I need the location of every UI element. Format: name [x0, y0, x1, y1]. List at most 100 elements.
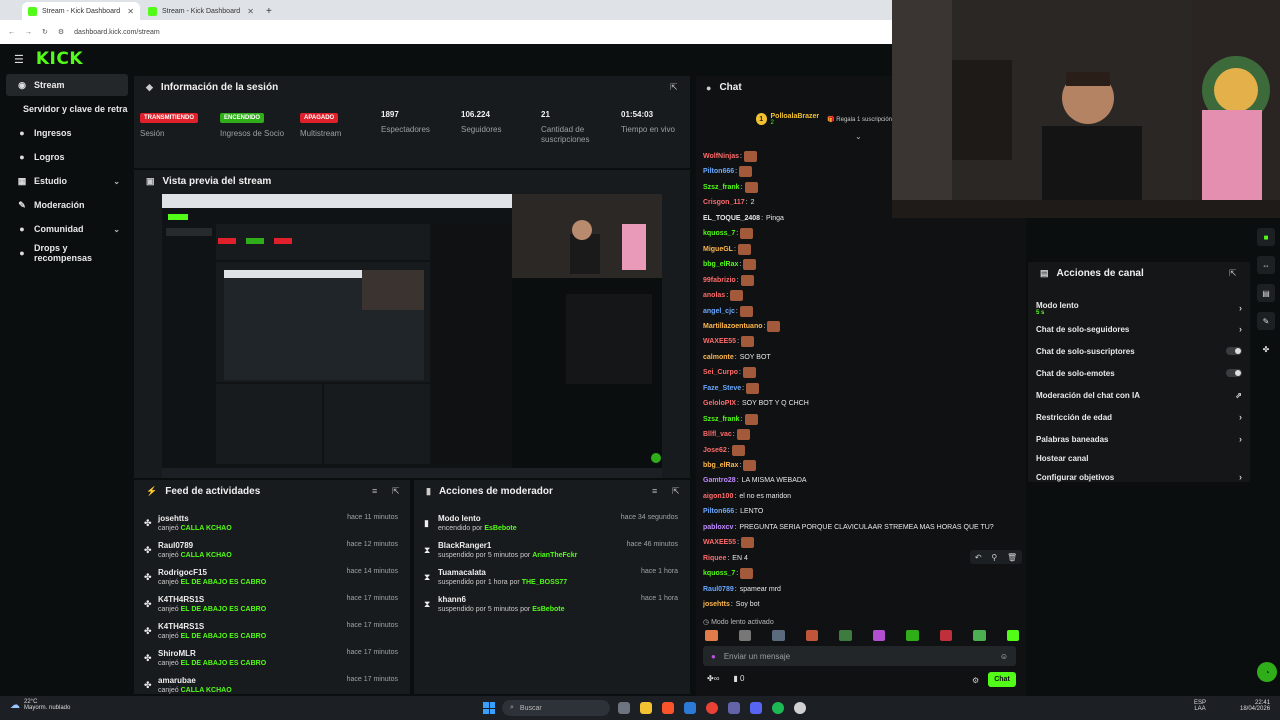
chat-message[interactable]: WolfNinjas:	[703, 149, 757, 163]
filter-icon[interactable]: ≡	[372, 486, 377, 496]
chat-username[interactable]: Pilton666	[703, 508, 734, 515]
chat-message[interactable]: Pilton666: LENTO	[703, 504, 763, 518]
language-indicator[interactable]: ESP LAA	[1194, 700, 1206, 712]
chat-username[interactable]: Sei_Curpo	[703, 369, 738, 376]
sidebar-item-ingresos[interactable]: ● Ingresos	[6, 122, 128, 144]
popout-icon[interactable]: ⇱	[392, 486, 400, 497]
chat-message[interactable]: Riquee: EN 4	[703, 551, 748, 565]
chat-username[interactable]: josehtts	[703, 601, 730, 608]
emote-icon[interactable]	[805, 630, 818, 641]
chat-message[interactable]: pabloxcv: PREGUNTA SERIA PORQUE CLAVICULA…	[703, 520, 994, 534]
chat-message[interactable]: WAXEE55:	[703, 535, 755, 549]
chat-username[interactable]: bbg_elRax	[703, 261, 738, 268]
moderation-icon[interactable]: ▤	[1257, 284, 1275, 302]
sidebar-item-logros[interactable]: ● Logros	[6, 146, 128, 168]
popout-icon[interactable]: ⇱	[670, 82, 678, 93]
close-tab-icon[interactable]: ✕	[127, 7, 134, 16]
chat-username[interactable]: WAXEE55	[703, 539, 736, 546]
taskbar-search[interactable]: ⌕ Buscar	[502, 700, 610, 716]
age-restriction-setting[interactable]: Restricción de edad ›	[1036, 410, 1242, 424]
microphone-icon[interactable]: ●	[711, 652, 716, 661]
chat-username[interactable]: anolas	[703, 292, 725, 299]
chat-message[interactable]: anolas:	[703, 288, 744, 302]
weather-widget[interactable]: ☁ 22°C Mayorm. nublado	[10, 699, 70, 711]
pinned-gift-banner[interactable]: 1 PolloalaBrazer 2 🎁 Regala 1 suscripció…	[756, 108, 892, 130]
subscribers-only-toggle[interactable]	[1226, 347, 1242, 355]
popout-icon[interactable]: ⇱	[672, 486, 680, 497]
chrome-icon[interactable]	[706, 702, 718, 714]
chat-message[interactable]: 99fabrizio:	[703, 273, 754, 287]
new-tab-button[interactable]: +	[260, 2, 276, 20]
chat-message[interactable]: kquoss_7:	[703, 566, 754, 580]
chat-message[interactable]: Gamtro28: LA MISMA WEBADA	[703, 473, 807, 487]
chat-username[interactable]: MigueGL	[703, 246, 733, 253]
emote-icon[interactable]	[906, 630, 919, 641]
browser-tab[interactable]: Stream - Kick Dashboard ✕	[22, 2, 140, 20]
chat-username[interactable]: WolfNinjas	[703, 153, 739, 160]
chat-message[interactable]: Faze_Steve:	[703, 381, 760, 395]
chat-username[interactable]: Bllfl_vac	[703, 431, 732, 438]
sidebar-item-stream[interactable]: ◉ Stream	[6, 74, 128, 96]
teams-icon[interactable]	[728, 702, 740, 714]
sidebar-item-estudio[interactable]: ▦ Estudio ⌄	[6, 170, 128, 192]
host-channel-setting[interactable]: Hostear canal	[1036, 451, 1242, 465]
delete-icon[interactable]: 🗑	[1007, 553, 1017, 562]
points-icon[interactable]: ✤∞	[707, 674, 719, 683]
taskbar-clock[interactable]: 22:41 18/04/2026	[1240, 700, 1270, 712]
site-info-icon[interactable]: ⚙	[58, 28, 64, 36]
chat-message[interactable]: Jose62:	[703, 443, 745, 457]
undo-icon[interactable]: ↶	[975, 553, 982, 562]
forward-icon[interactable]: →	[25, 29, 32, 36]
emotes-only-toggle[interactable]	[1226, 369, 1242, 377]
chat-message[interactable]: Bllfl_vac:	[703, 427, 750, 441]
chat-message[interactable]: Szsz_frank:	[703, 412, 758, 426]
chat-message[interactable]: calmonte: SOY BOT	[703, 350, 771, 364]
chat-username[interactable]: WAXEE55	[703, 338, 736, 345]
chat-message[interactable]: Szsz_frank:	[703, 180, 758, 194]
emote-icon[interactable]	[939, 630, 952, 641]
emoji-icon[interactable]: ☺	[1000, 652, 1008, 661]
chat-username[interactable]: Martillazoentuano	[703, 323, 763, 330]
goals-setting[interactable]: Configurar objetivos ›	[1036, 470, 1242, 484]
followers-only-setting[interactable]: Chat de solo-seguidores ›	[1036, 322, 1242, 336]
chat-message[interactable]: kquoss_7:	[703, 226, 754, 240]
brave-browser-icon[interactable]	[662, 702, 674, 714]
link-icon[interactable]: ⇔	[1257, 256, 1275, 274]
emote-icon[interactable]	[1006, 630, 1019, 641]
obs-icon[interactable]	[794, 702, 806, 714]
chat-icon[interactable]: ■	[1257, 228, 1275, 246]
chat-username[interactable]: pabloxcv	[703, 524, 733, 531]
sidebar-item-server-key[interactable]: Servidor y clave de retransmisión	[6, 98, 128, 120]
chat-message[interactable]: Raul0789: spamear mrd	[703, 582, 781, 596]
subscriptions-icon[interactable]: ▮ 0	[733, 674, 744, 683]
settings-icon[interactable]: ⚙	[972, 676, 979, 685]
chat-message[interactable]: Sei_Curpo:	[703, 365, 756, 379]
emote-icon[interactable]	[872, 630, 885, 641]
chat-message[interactable]: bbg_elRax:	[703, 458, 757, 472]
chat-message[interactable]: WAXEE55:	[703, 334, 755, 348]
chat-username[interactable]: Pilton666	[703, 168, 734, 175]
emote-icon[interactable]	[705, 630, 718, 641]
chat-username[interactable]: Gamtro28	[703, 477, 736, 484]
chat-message[interactable]: bbg_elRax:	[703, 257, 757, 271]
chat-message[interactable]: EL_TOQUE_2408: Pinga	[703, 211, 784, 225]
browser-tab[interactable]: Stream - Kick Dashboard ✕	[142, 2, 260, 20]
back-icon[interactable]: ←	[8, 29, 15, 36]
chat-username[interactable]: angel_cjc	[703, 308, 735, 315]
chat-username[interactable]: kquoss_7	[703, 570, 735, 577]
chat-message[interactable]: aigon100: el no es maridon	[703, 489, 791, 503]
sidebar-item-comunidad[interactable]: ● Comunidad ⌄	[6, 218, 128, 240]
help-chat-icon[interactable]: ◔	[1257, 662, 1277, 682]
windows-start-icon[interactable]	[483, 702, 495, 714]
chevron-down-icon[interactable]: ⌄	[855, 132, 862, 141]
chat-message[interactable]: MigueGL:	[703, 242, 751, 256]
discord-icon[interactable]	[750, 702, 762, 714]
file-explorer-icon[interactable]	[640, 702, 652, 714]
emote-icon[interactable]	[839, 630, 852, 641]
chat-username[interactable]: Raul0789	[703, 586, 734, 593]
chat-username[interactable]: 99fabrizio	[703, 277, 736, 284]
chat-username[interactable]: Jose62	[703, 447, 727, 454]
close-tab-icon[interactable]: ✕	[247, 7, 254, 16]
send-chat-button[interactable]: Chat	[988, 672, 1016, 687]
url-field[interactable]: dashboard.kick.com/stream	[74, 29, 160, 36]
